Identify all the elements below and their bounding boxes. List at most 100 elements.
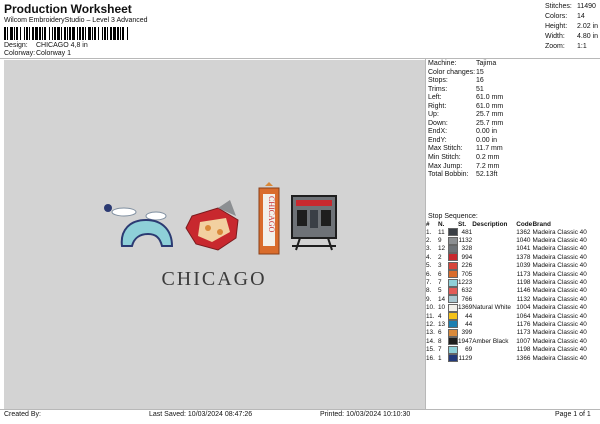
stat-label: Stitches: (545, 3, 572, 10)
stitch-count: 328 (461, 245, 473, 253)
thread-code: 1378 (516, 253, 531, 261)
printed-date: Printed: 10/03/2024 10:10:30 (320, 411, 411, 418)
swatch-box (448, 345, 458, 354)
thread-code: 1132 (516, 295, 531, 303)
train-icon (291, 195, 337, 251)
thread-brand: Madeira Classic 40 (532, 228, 587, 236)
thread-brand: Madeira Classic 40 (532, 237, 587, 245)
color-swatch (448, 295, 458, 304)
color-number: 1 (438, 354, 442, 362)
swatch-box (448, 261, 458, 270)
stat-value: 1:1 (577, 43, 587, 50)
color-swatch (448, 228, 458, 237)
thread-code: 1064 (516, 312, 531, 320)
thread-code: 1362 (516, 228, 531, 236)
design-value: CHICAGO 4,8 in (36, 42, 88, 49)
property-value: Tajima (476, 60, 497, 67)
property-label: Max Stitch: (428, 145, 463, 153)
table-row: 2. 9 1132 1040 Madeira Classic 40 (426, 236, 598, 245)
color-description (472, 329, 516, 337)
swatch-box (448, 320, 458, 329)
property-row: Down: 25.7 mm (428, 120, 503, 129)
thread-brand: Madeira Classic 40 (532, 320, 587, 328)
color-description (472, 253, 516, 261)
stop-number: 12. (426, 320, 435, 328)
bean-sculpture-icon (104, 204, 174, 247)
stitch-count: 1947 (458, 337, 473, 345)
page-number: Page 1 of 1 (555, 411, 591, 418)
color-number: 12 (438, 245, 446, 253)
stat-label: Width: (545, 33, 565, 40)
color-number: 13 (438, 320, 446, 328)
color-swatch (448, 312, 458, 321)
stop-number: 10. (426, 304, 435, 312)
stat-value: 11490 (577, 3, 596, 10)
table-row: 6. 6 705 1173 Madeira Classic 40 (426, 270, 598, 279)
color-number: 7 (438, 346, 442, 354)
colorway-row: Colorway: Colorway 1 (4, 50, 71, 57)
thread-code: 1004 (516, 304, 531, 312)
thread-code: 1173 (516, 270, 531, 278)
color-number: 2 (438, 253, 442, 261)
design-preview: CHICAGO CHICAGO (4, 60, 425, 410)
property-row: Stops: 16 (428, 77, 503, 86)
table-row: 13. 6 399 1173 Madeira Classic 40 (426, 328, 598, 337)
color-description (472, 295, 516, 303)
swatch-box (448, 236, 458, 245)
property-label: EndX: (428, 128, 448, 136)
thread-code: 1366 (516, 354, 531, 362)
thread-brand: Madeira Classic 40 (532, 312, 587, 320)
swatch-box (448, 303, 458, 312)
color-description (472, 312, 516, 320)
stop-number: 11. (426, 312, 435, 320)
design-stats: Stitches: 11490 Colors: 14 Height: 2.02 in … (545, 2, 598, 52)
swatch-box (448, 295, 458, 304)
table-row: 3. 12 328 1041 Madeira Classic 40 (426, 244, 598, 253)
color-swatch (448, 286, 458, 295)
table-row: 12. 13 44 1176 Madeira Classic 40 (426, 320, 598, 329)
design-artwork: CHICAGO CHICAGO (104, 182, 337, 290)
color-description (472, 262, 516, 270)
machine-properties: Machine: Tajima Color changes: 15 Stops: 16 Tr… (428, 60, 503, 180)
color-number: 8 (438, 337, 442, 345)
colorway-label: Colorway: (4, 50, 36, 57)
stitch-count: 632 (461, 287, 473, 295)
thread-brand: Madeira Classic 40 (532, 329, 587, 337)
property-label: Color changes: (428, 68, 476, 76)
stop-number: 6. (426, 270, 432, 278)
col-header: Description (472, 220, 508, 228)
color-swatch (448, 261, 458, 270)
stitch-count: 481 (461, 228, 473, 236)
thread-code: 1198 (516, 279, 531, 287)
property-value: 7.2 mm (476, 162, 500, 170)
table-row: 7. 7 1223 1198 Madeira Classic 40 (426, 278, 598, 287)
color-swatch (448, 244, 458, 253)
table-row: 11. 4 44 1064 Madeira Classic 40 (426, 312, 598, 321)
property-row: Trims: 51 (428, 86, 503, 95)
swatch-box (448, 337, 458, 346)
chicago-wordmark: CHICAGO (161, 268, 266, 290)
property-row: Color changes: 15 (428, 69, 503, 78)
property-value: 25.7 mm (476, 111, 504, 119)
col-header: Brand (532, 220, 551, 228)
property-label: Down: (428, 119, 448, 127)
sign-text: CHICAGO (267, 196, 276, 233)
table-row: 16. 1 1129 1366 Madeira Classic 40 (426, 354, 598, 363)
last-saved: Last Saved: 10/03/2024 08:47:26 (149, 411, 253, 418)
property-label: Total Bobbin: (428, 171, 469, 179)
thread-code: 1041 (516, 245, 531, 253)
property-row: EndY: 0.00 in (428, 137, 503, 146)
thread-code: 1146 (516, 287, 531, 295)
table-row: 5. 3 226 1039 Madeira Classic 40 (426, 261, 598, 270)
property-label: EndY: (428, 136, 447, 144)
property-row: Machine: Tajima (428, 60, 503, 69)
stitch-count: 44 (465, 320, 473, 328)
thread-brand: Madeira Classic 40 (532, 270, 587, 278)
stop-number: 2. (426, 237, 432, 245)
table-row: 1. 11 481 1362 Madeira Classic 40 (426, 228, 598, 237)
stop-number: 13. (426, 329, 435, 337)
stat-label: Zoom: (545, 43, 565, 50)
table-row: 8. 5 632 1146 Madeira Classic 40 (426, 286, 598, 295)
thread-brand: Madeira Classic 40 (532, 287, 587, 295)
color-description (472, 287, 516, 295)
